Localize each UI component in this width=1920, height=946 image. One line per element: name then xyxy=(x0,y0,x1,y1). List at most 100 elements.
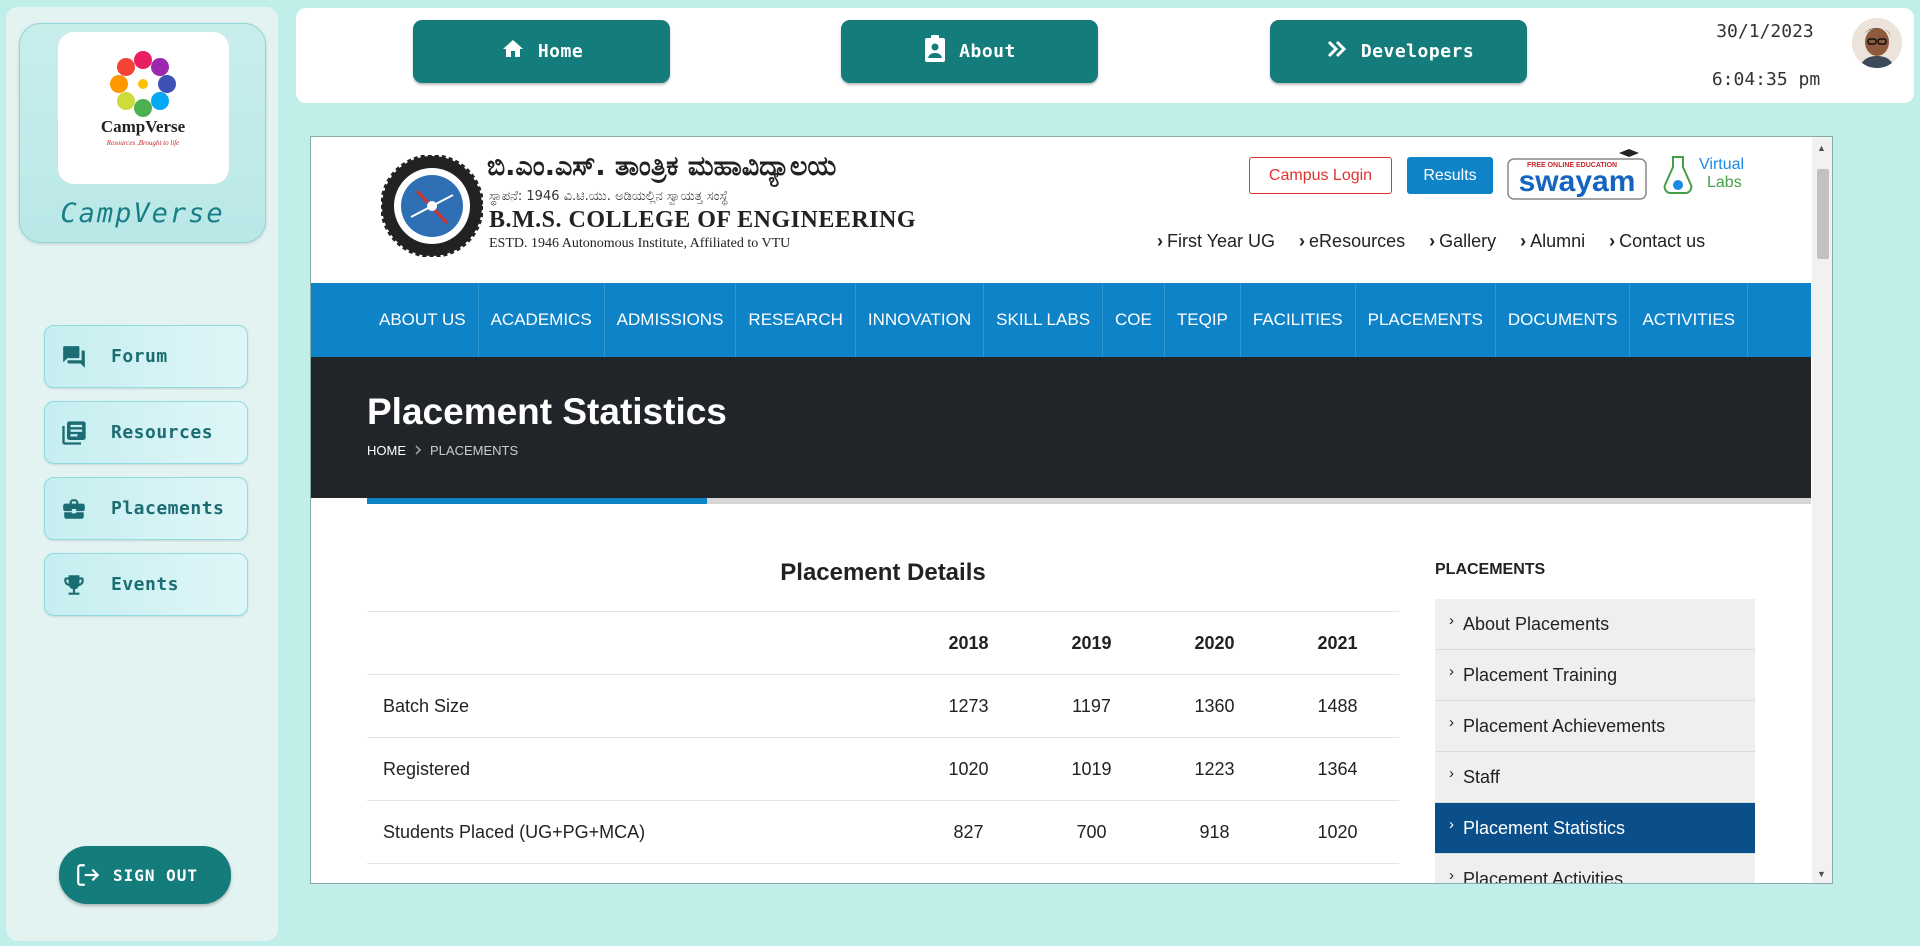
cell: 918 xyxy=(1153,800,1276,864)
library-books-icon xyxy=(57,419,91,447)
nav-coe[interactable]: COE xyxy=(1103,283,1165,357)
link-first-year-ug[interactable]: First Year UG xyxy=(1157,231,1275,252)
double-chevron-right-icon xyxy=(1323,37,1349,66)
link-eresources[interactable]: eResources xyxy=(1299,231,1405,252)
about-button[interactable]: About xyxy=(841,20,1098,83)
table-row xyxy=(367,863,1399,883)
aside-item-placement-statistics[interactable]: Placement Statistics xyxy=(1435,803,1755,854)
cell: 1360 xyxy=(1153,674,1276,738)
row-label: Batch Size xyxy=(367,674,907,738)
kannada-subtitle: ಸ್ಥಾಪನೆ: 1946 ವಿ.ಟಿ.ಯು. ಅಡಿಯಲ್ಲಿನ ಸ್ವಾಯತ… xyxy=(489,189,729,204)
nav-activities[interactable]: ACTIVITIES xyxy=(1630,283,1749,357)
svg-text:Resources ,Brought to life: Resources ,Brought to life xyxy=(106,139,180,147)
home-button-label: Home xyxy=(537,41,584,62)
page-title: Placement Statistics xyxy=(367,391,727,432)
college-name: B.M.S. COLLEGE OF ENGINEERING xyxy=(489,207,917,233)
cell: 1364 xyxy=(1276,737,1399,801)
nav-teqip[interactable]: TEQIP xyxy=(1165,283,1241,357)
svg-text:Virtual: Virtual xyxy=(1699,156,1744,173)
link-contact-us[interactable]: Contact us xyxy=(1609,231,1705,252)
trophy-icon xyxy=(57,572,91,598)
embedded-browser-frame[interactable]: ಬಿ.ಎಂ.ಎಸ್. ತಾಂತ್ರಿಕ ಮಹಾವಿದ್ಯಾಲಯ ಸ್ಥಾಪನೆ:… xyxy=(310,136,1833,884)
utility-links: First Year UG eResources Gallery Alumni … xyxy=(1157,231,1705,252)
row-label: Students Placed (UG+PG+MCA) xyxy=(367,800,907,864)
page-banner: Placement Statistics HOME PLACEMENTS xyxy=(311,357,1811,498)
aside-item-about-placements[interactable]: About Placements xyxy=(1435,599,1755,650)
virtual-labs-logo[interactable]: Virtual Labs xyxy=(1663,151,1749,209)
kannada-college-name: ಬಿ.ಎಂ.ಎಸ್. ತಾಂತ್ರಿಕ ಮಹಾವಿದ್ಯಾಲಯ xyxy=(487,151,837,182)
link-alumni[interactable]: Alumni xyxy=(1520,231,1585,252)
nav-academics[interactable]: ACADEMICS xyxy=(479,283,605,357)
campverse-logo[interactable]: CampVerse Resources ,Brought to life xyxy=(58,32,229,184)
section-title: Placement Details xyxy=(780,559,986,586)
sidebar-item-placements[interactable]: Placements xyxy=(44,477,248,540)
frame-scrollbar[interactable]: ▲ ▼ xyxy=(1812,137,1832,883)
top-bar: Home About Developers 30/1/2023 6:04:35 … xyxy=(296,8,1914,103)
sidebar-item-label: Events xyxy=(111,574,180,595)
app-sidebar: CampVerse Resources ,Brought to life Cam… xyxy=(6,7,278,941)
svg-text:Labs: Labs xyxy=(1707,174,1742,191)
table-row: Batch Size 1273 1197 1360 1488 xyxy=(367,674,1399,738)
nav-admissions[interactable]: ADMISSIONS xyxy=(605,283,737,357)
aside-item-placement-training[interactable]: Placement Training xyxy=(1435,650,1755,701)
current-date: 30/1/2023 xyxy=(1716,21,1814,42)
svg-text:swayam: swayam xyxy=(1519,165,1636,198)
sidebar-item-label: Placements xyxy=(111,498,225,519)
cell: 1019 xyxy=(1030,737,1153,801)
link-gallery[interactable]: Gallery xyxy=(1429,231,1496,252)
forum-icon xyxy=(57,344,91,370)
nav-innovation[interactable]: INNOVATION xyxy=(856,283,985,357)
bmsce-website: ಬಿ.ಎಂ.ಎಸ್. ತಾಂತ್ರಿಕ ಮಹಾವಿದ್ಯಾಲಯ ಸ್ಥಾಪನೆ:… xyxy=(311,137,1811,883)
nav-about-us[interactable]: ABOUT US xyxy=(367,283,479,357)
logo-flower-icon: CampVerse Resources ,Brought to life xyxy=(101,51,186,147)
table-header-row: 2018 2019 2020 2021 xyxy=(367,611,1399,675)
about-button-label: About xyxy=(959,41,1016,62)
chevron-right-icon xyxy=(414,443,422,458)
cell: 1488 xyxy=(1276,674,1399,738)
home-icon xyxy=(500,37,526,66)
campus-login-button[interactable]: Campus Login xyxy=(1249,157,1392,194)
breadcrumb-home[interactable]: HOME xyxy=(367,443,406,458)
cell: 1273 xyxy=(907,674,1030,738)
college-estd: ESTD. 1946 Autonomous Institute, Affilia… xyxy=(489,236,791,251)
cell: 1223 xyxy=(1153,737,1276,801)
sign-out-button[interactable]: SIGN OUT xyxy=(59,846,231,904)
aside-item-staff[interactable]: Staff xyxy=(1435,752,1755,803)
svg-text:CampVerse: CampVerse xyxy=(101,117,186,136)
nav-skill-labs[interactable]: SKILL LABS xyxy=(984,283,1104,357)
brand-card: CampVerse Resources ,Brought to life Cam… xyxy=(19,23,266,243)
avatar[interactable] xyxy=(1852,18,1902,68)
aside-title: PLACEMENTS xyxy=(1435,561,1546,578)
table-row: Registered 1020 1019 1223 1364 xyxy=(367,737,1399,801)
nav-documents[interactable]: DOCUMENTS xyxy=(1496,283,1631,357)
cell: 1197 xyxy=(1030,674,1153,738)
nav-placements[interactable]: PLACEMENTS xyxy=(1356,283,1496,357)
aside-item-placement-activities[interactable]: Placement Activities xyxy=(1435,854,1755,884)
column-header: 2018 xyxy=(907,611,1030,675)
sidebar-item-resources[interactable]: Resources xyxy=(44,401,248,464)
scroll-thumb[interactable] xyxy=(1817,169,1829,259)
breadcrumb: HOME PLACEMENTS xyxy=(367,443,518,458)
home-button[interactable]: Home xyxy=(413,20,670,83)
scroll-down-icon[interactable]: ▼ xyxy=(1817,869,1826,879)
sidebar-item-events[interactable]: Events xyxy=(44,553,248,616)
developers-button[interactable]: Developers xyxy=(1270,20,1527,83)
title-underline xyxy=(367,498,1811,504)
college-seal-logo[interactable] xyxy=(380,154,484,258)
breadcrumb-current: PLACEMENTS xyxy=(430,443,519,458)
briefcase-icon xyxy=(57,496,91,522)
scroll-up-icon[interactable]: ▲ xyxy=(1817,143,1826,153)
placement-details-table: 2018 2019 2020 2021 Batch Size 1273 1197… xyxy=(367,611,1399,883)
aside-item-placement-achievements[interactable]: Placement Achievements xyxy=(1435,701,1755,752)
nav-facilities[interactable]: FACILITIES xyxy=(1241,283,1356,357)
sidebar-item-label: Resources xyxy=(111,422,214,443)
app-title: CampVerse xyxy=(60,198,225,229)
developers-button-label: Developers xyxy=(1360,41,1475,62)
swayam-logo[interactable]: FREE ONLINE EDUCATION swayam xyxy=(1507,147,1647,207)
nav-research[interactable]: RESEARCH xyxy=(736,283,856,357)
logout-icon xyxy=(75,862,101,888)
sidebar-item-forum[interactable]: Forum xyxy=(44,325,248,388)
results-button[interactable]: Results xyxy=(1407,157,1493,194)
cell: 700 xyxy=(1030,800,1153,864)
current-time: 6:04:35 pm xyxy=(1711,69,1821,90)
